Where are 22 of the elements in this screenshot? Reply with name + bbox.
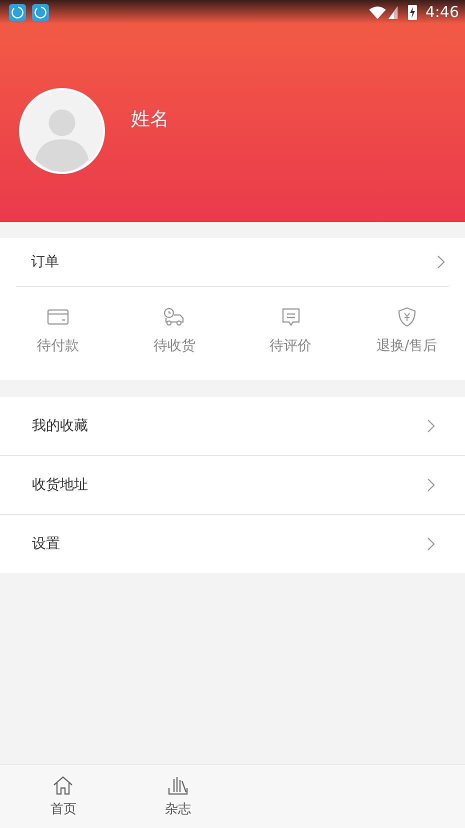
user-name: 姓名 [131,107,169,132]
app-icon [9,4,26,20]
wifi-icon [369,6,386,18]
chevron-icon [437,255,445,269]
battery-icon [408,4,418,20]
signal-icon [388,6,398,18]
app-icon [32,4,49,20]
menu-item[interactable]: 我的收藏 [0,397,465,455]
menu-item[interactable]: 设置 [0,514,465,573]
nav-tab[interactable]: 首页 [6,765,121,828]
menu-item[interactable]: 收货地址 [0,455,465,514]
chevron-icon [427,419,435,433]
card-icon [47,306,70,326]
chevron-icon [427,478,435,492]
comment-icon [280,306,302,326]
shield-icon [396,306,418,326]
nav-tab[interactable]: 杂志 [120,765,236,828]
home-icon [52,775,74,795]
chart-icon [167,775,190,795]
truck-icon [163,306,186,326]
chevron-icon [427,537,435,551]
status-time: 4:46 [425,3,459,21]
